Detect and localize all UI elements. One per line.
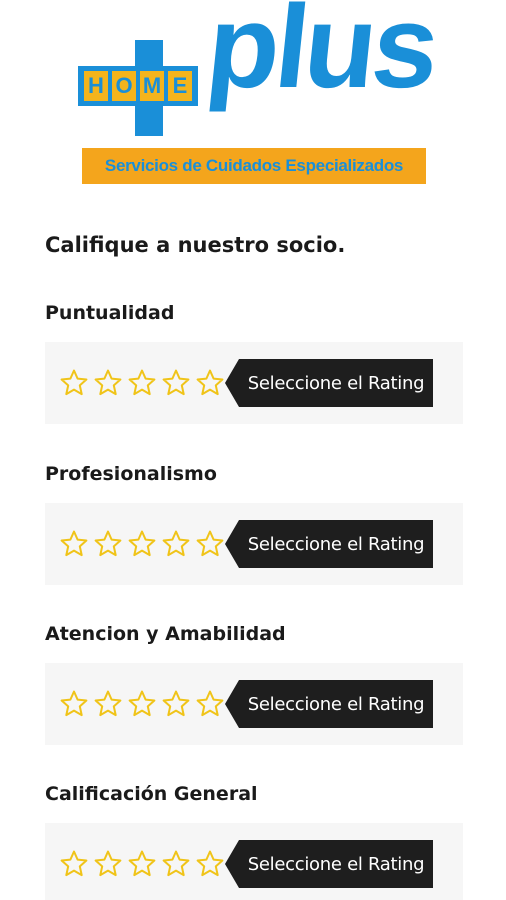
rating-box: Seleccione el Rating <box>45 342 463 424</box>
rating-box: Seleccione el Rating <box>45 663 463 745</box>
star-rating[interactable] <box>59 529 225 559</box>
tooltip-text: Seleccione el Rating <box>239 520 433 568</box>
star-icon[interactable] <box>161 689 191 719</box>
rating-section-label: Puntualidad <box>45 302 175 324</box>
logo-plus-word: plus <box>201 0 442 113</box>
star-icon[interactable] <box>161 529 191 559</box>
star-icon[interactable] <box>195 849 225 879</box>
star-icon[interactable] <box>161 849 191 879</box>
rating-section-label: Calificación General <box>45 783 258 805</box>
page-heading: Califique a nuestro socio. <box>45 233 346 257</box>
rating-tooltip: Seleccione el Rating <box>225 520 433 568</box>
logo-tagline-band: Servicios de Cuidados Especializados <box>82 148 426 184</box>
rating-tooltip: Seleccione el Rating <box>225 359 433 407</box>
star-icon[interactable] <box>59 849 89 879</box>
star-icon[interactable] <box>93 689 123 719</box>
star-icon[interactable] <box>59 368 89 398</box>
tooltip-text: Seleccione el Rating <box>239 359 433 407</box>
star-icon[interactable] <box>59 689 89 719</box>
star-icon[interactable] <box>195 368 225 398</box>
star-icon[interactable] <box>195 529 225 559</box>
star-icon[interactable] <box>93 529 123 559</box>
rating-box: Seleccione el Rating <box>45 503 463 585</box>
star-icon[interactable] <box>59 529 89 559</box>
logo-letter: M <box>140 71 164 101</box>
star-icon[interactable] <box>195 689 225 719</box>
star-icon[interactable] <box>127 368 157 398</box>
star-icon[interactable] <box>127 529 157 559</box>
tooltip-arrow <box>225 520 239 568</box>
logo-home-letters: H O M E <box>78 66 198 106</box>
rating-section-label: Profesionalismo <box>45 463 217 485</box>
rating-tooltip: Seleccione el Rating <box>225 840 433 888</box>
star-rating[interactable] <box>59 689 225 719</box>
rating-tooltip: Seleccione el Rating <box>225 680 433 728</box>
tooltip-text: Seleccione el Rating <box>239 840 433 888</box>
logo-letter: E <box>168 71 192 101</box>
logo-letter: H <box>84 71 108 101</box>
star-icon[interactable] <box>93 368 123 398</box>
logo-tagline: Servicios de Cuidados Especializados <box>104 156 404 175</box>
rating-section-puntualidad: Puntualidad Seleccione el Rating <box>45 298 463 424</box>
star-rating[interactable] <box>59 849 225 879</box>
rating-section-general: Calificación General Seleccione el Ratin… <box>45 779 463 900</box>
star-rating[interactable] <box>59 368 225 398</box>
star-icon[interactable] <box>127 849 157 879</box>
home-plus-logo: H O M E plus Servicios de Cuidados Espec… <box>78 0 442 190</box>
rating-box: Seleccione el Rating <box>45 823 463 900</box>
tooltip-arrow <box>225 840 239 888</box>
rating-section-label: Atencion y Amabilidad <box>45 623 286 645</box>
logo-letter: O <box>112 71 136 101</box>
star-icon[interactable] <box>127 689 157 719</box>
tooltip-arrow <box>225 359 239 407</box>
tooltip-text: Seleccione el Rating <box>239 680 433 728</box>
rating-section-atencion: Atencion y Amabilidad Seleccione el Rati… <box>45 619 463 745</box>
tooltip-arrow <box>225 680 239 728</box>
rating-section-profesionalismo: Profesionalismo Seleccione el Rating <box>45 459 463 585</box>
star-icon[interactable] <box>161 368 191 398</box>
star-icon[interactable] <box>93 849 123 879</box>
